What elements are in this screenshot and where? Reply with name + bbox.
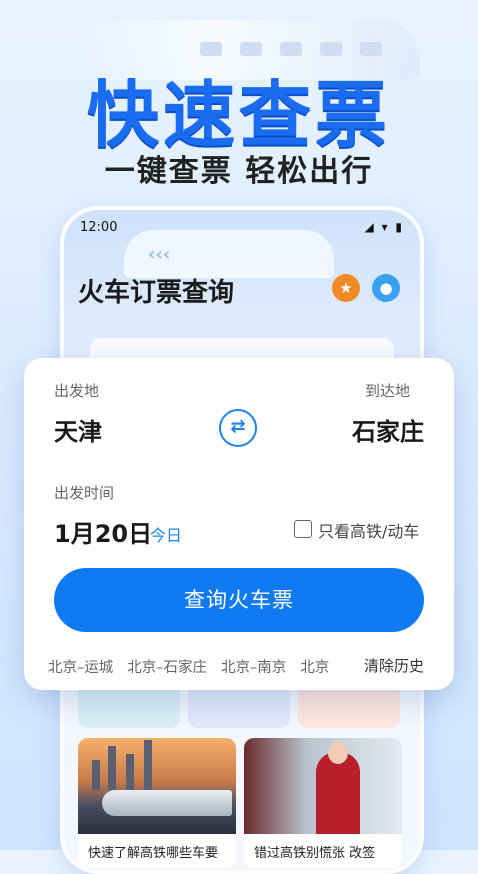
phone-page-title: 火车订票查询 xyxy=(78,278,235,308)
news-image xyxy=(78,738,236,834)
departure-date[interactable]: 1月20日 xyxy=(54,514,152,549)
from-label: 出发地 xyxy=(54,382,100,400)
news-caption: 快速了解高铁哪些车要 xyxy=(88,846,219,861)
to-city[interactable]: 石家庄 xyxy=(352,412,424,447)
history-item[interactable]: 北京–运城 xyxy=(48,660,113,676)
user-icon[interactable]: ● xyxy=(372,274,400,302)
high-speed-label[interactable]: 只看高铁/动车 xyxy=(318,518,419,542)
history-item[interactable]: 北京 xyxy=(300,660,329,676)
high-speed-checkbox[interactable] xyxy=(294,520,312,538)
news-image xyxy=(244,738,402,834)
search-history: 北京–运城 北京–石家庄 北京–南京 北京 xyxy=(48,656,340,677)
train-graphic: ‹‹‹ xyxy=(124,230,334,278)
news-card[interactable]: 快速了解高铁哪些车要 xyxy=(78,738,236,868)
swap-icon[interactable]: ⇄ xyxy=(219,409,257,447)
clear-history-button[interactable]: 清除历史 xyxy=(355,655,424,676)
train-arrows-icon: ‹‹‹ xyxy=(148,244,171,265)
search-card: 出发地 到达地 天津 ⇄ 石家庄 出发时间 1月20日 今日 只看高铁/动车 查… xyxy=(24,358,454,690)
from-city[interactable]: 天津 xyxy=(54,412,102,447)
today-badge: 今日 xyxy=(150,526,183,545)
news-card[interactable]: 错过高铁别慌张 改签 xyxy=(244,738,402,868)
star-icon[interactable]: ★ xyxy=(332,274,360,302)
time-label: 出发时间 xyxy=(54,484,115,502)
hero-subtitle: 一键查票 轻松出行 xyxy=(104,154,374,189)
status-icons: ◢ ▾ ▮ xyxy=(364,220,404,234)
status-time: 12:00 xyxy=(80,220,118,235)
query-button[interactable]: 查询火车票 xyxy=(54,568,424,632)
history-item[interactable]: 北京–南京 xyxy=(221,660,286,676)
history-item[interactable]: 北京–石家庄 xyxy=(127,660,207,676)
to-label: 到达地 xyxy=(364,382,410,400)
news-caption: 错过高铁别慌张 改签 xyxy=(254,846,376,861)
